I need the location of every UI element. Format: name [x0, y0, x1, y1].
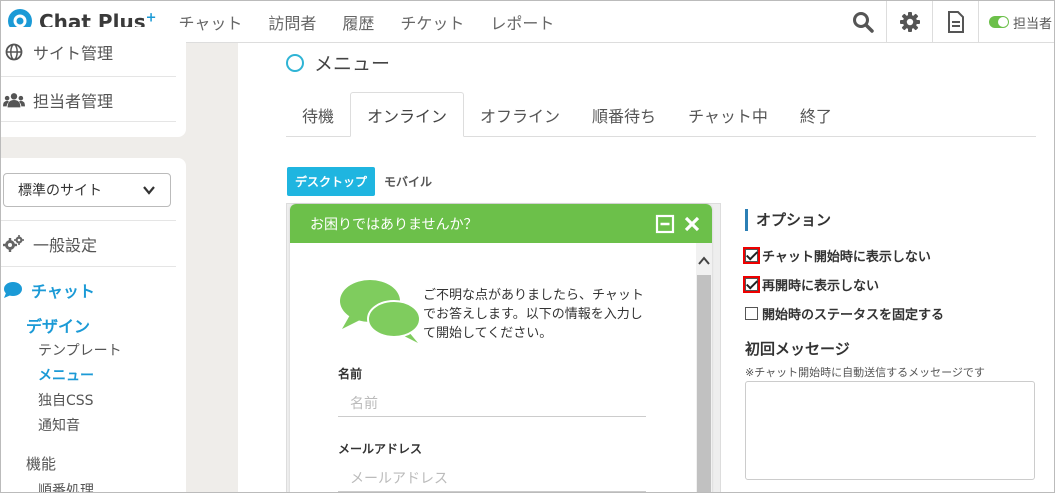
sidebar-item-chat[interactable]: チャット — [3, 278, 95, 302]
agent-label: 担当者 — [1013, 16, 1053, 32]
nav-chat[interactable]: チャット — [179, 10, 243, 34]
page-title-text: メニュー — [314, 53, 391, 75]
globe-icon — [3, 41, 25, 63]
nav-history[interactable]: 履歴 — [342, 10, 374, 34]
close-icon[interactable] — [682, 214, 702, 234]
sidebar-item-notification-sound[interactable]: 通知音 — [38, 415, 80, 435]
main-nav: チャット 訪問者 履歴 チケット レポート — [179, 10, 581, 34]
checkbox-hide-on-start[interactable] — [743, 247, 760, 264]
widget-preview: お困りではありませんか？ ご不明な点がありましたら、チャット でお答えします。以… — [286, 203, 721, 492]
agent-status-toggle[interactable]: 担当者 — [978, 1, 1054, 43]
settings-button[interactable] — [886, 1, 932, 43]
document-icon — [947, 11, 964, 33]
app-window: Chat Plus+ チャット 訪問者 履歴 チケット レポート 担当者 サイト… — [0, 0, 1055, 493]
circle-icon — [286, 53, 304, 72]
scroll-up-icon[interactable] — [698, 251, 710, 270]
sidebar-item-features[interactable]: 機能 — [26, 453, 56, 474]
sidebar-item-agent-management[interactable]: 担当者管理 — [1, 77, 176, 122]
sidebar-item-general-settings[interactable]: 一般設定 — [1, 221, 176, 266]
email-input[interactable]: メールアドレス — [338, 462, 646, 492]
chat-bubbles-icon — [338, 279, 423, 349]
gears-icon — [3, 233, 25, 255]
option-hide-on-start[interactable]: チャット開始時に表示しない — [743, 246, 931, 265]
widget-header-text: お困りではありませんか？ — [310, 216, 478, 233]
tab-ended[interactable]: 終了 — [784, 92, 848, 137]
sidebar-item-design[interactable]: デザイン — [26, 313, 90, 337]
options-title: オプション — [745, 209, 831, 231]
tab-chatting[interactable]: チャット中 — [672, 92, 784, 137]
sidebar-item-custom-css[interactable]: 独自CSS — [38, 390, 94, 410]
chevron-down-icon — [142, 183, 156, 201]
page-title: メニュー — [286, 49, 390, 76]
document-button[interactable] — [932, 1, 978, 43]
tab-desktop[interactable]: デスクトップ — [287, 167, 375, 196]
sidebar-item-label: サイト管理 — [33, 43, 114, 63]
nav-visitors[interactable]: 訪問者 — [268, 10, 316, 34]
option-fix-status[interactable]: 開始時のステータスを固定する — [745, 304, 944, 323]
divider — [1, 266, 176, 267]
site-select[interactable]: 標準のサイト — [3, 173, 171, 207]
sidebar-item-label: チャット — [31, 282, 95, 301]
sidebar-site-panel: 標準のサイト 一般設定 チャット デザイン テンプレート メニュー 独自CSS … — [1, 158, 186, 492]
gear-icon — [899, 12, 920, 32]
tab-mobile[interactable]: モバイル — [384, 167, 432, 196]
name-input[interactable]: 名前 — [338, 387, 646, 417]
nav-tickets[interactable]: チケット — [400, 10, 464, 34]
name-field-label: 名前 — [338, 367, 363, 381]
email-field-label: メールアドレス — [338, 442, 423, 456]
tab-offline[interactable]: オフライン — [464, 92, 576, 137]
divider — [1, 121, 176, 122]
widget-header: お困りではありませんか？ — [290, 204, 712, 243]
toggle-switch[interactable] — [989, 16, 1009, 28]
main-content: メニュー 待機 オンライン オフライン 順番待ち チャット中 終了 デスクトップ… — [238, 43, 1054, 492]
tab-waiting[interactable]: 順番待ち — [576, 92, 672, 137]
chat-widget: お困りではありませんか？ ご不明な点がありましたら、チャット でお答えします。以… — [290, 204, 712, 492]
sidebar-item-template[interactable]: テンプレート — [38, 340, 122, 360]
sidebar-item-label: 一般設定 — [33, 235, 98, 255]
tab-standby[interactable]: 待機 — [286, 92, 350, 137]
option-hide-on-resume[interactable]: 再開時に表示しない — [743, 275, 879, 294]
checkbox-fix-status[interactable] — [745, 307, 758, 320]
scroll-thumb[interactable] — [697, 275, 711, 492]
widget-intro-text: ご不明な点がありましたら、チャット でお答えします。以下の情報を入力し て開始し… — [423, 288, 644, 341]
widget-scrollbar[interactable] — [696, 243, 712, 492]
chat-bubble-icon — [3, 281, 23, 299]
initial-message-title: 初回メッセージ — [745, 340, 850, 358]
site-select-value: 標準のサイト — [18, 183, 102, 199]
sidebar-item-label: 担当者管理 — [33, 91, 114, 111]
search-button[interactable] — [840, 1, 886, 43]
initial-message-note: ※チャット開始時に自動送信するメッセージです — [745, 366, 985, 379]
sidebar-admin-panel: サイト管理 担当者管理 — [1, 27, 186, 137]
nav-reports[interactable]: レポート — [490, 10, 554, 34]
search-icon — [853, 12, 874, 33]
sidebar-item-site-management[interactable]: サイト管理 — [1, 29, 176, 74]
users-icon — [3, 89, 25, 111]
tab-online[interactable]: オンライン — [350, 92, 465, 137]
initial-message-textarea[interactable] — [745, 381, 1035, 480]
sidebar-item-queue[interactable]: 順番処理 — [38, 480, 94, 492]
sidebar-item-menu[interactable]: メニュー — [38, 365, 94, 385]
status-tabs: 待機 オンライン オフライン 順番待ち チャット中 終了 — [286, 92, 1036, 137]
minimize-icon[interactable] — [655, 214, 675, 234]
checkbox-hide-on-resume[interactable] — [743, 276, 760, 293]
